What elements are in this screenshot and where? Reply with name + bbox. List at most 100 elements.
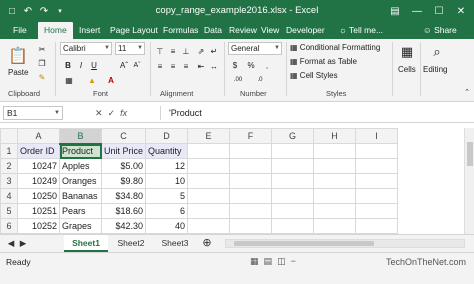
- tab-data[interactable]: Data: [204, 22, 222, 39]
- editing-search-icon[interactable]: ⌕: [428, 43, 446, 61]
- cell[interactable]: $34.80: [100, 188, 147, 204]
- cell[interactable]: [187, 173, 231, 189]
- normal-view-icon[interactable]: ▦: [250, 256, 259, 266]
- cell[interactable]: [355, 203, 399, 219]
- cell[interactable]: [271, 173, 315, 189]
- page-layout-view-icon[interactable]: ▤: [264, 256, 273, 266]
- cell[interactable]: [355, 158, 399, 174]
- cell[interactable]: [271, 218, 315, 234]
- cell[interactable]: Pears: [59, 203, 102, 219]
- cell[interactable]: 5: [145, 188, 189, 204]
- align-center-icon[interactable]: ≡: [167, 60, 179, 72]
- cell[interactable]: [187, 203, 231, 219]
- font-color-icon[interactable]: A: [104, 74, 118, 86]
- decrease-indent-icon[interactable]: ⇤: [195, 60, 207, 72]
- cell[interactable]: [229, 188, 273, 204]
- paste-button[interactable]: Paste: [8, 68, 28, 77]
- cancel-icon[interactable]: ✕: [95, 108, 103, 118]
- cell[interactable]: [229, 158, 273, 174]
- cell[interactable]: [271, 158, 315, 174]
- scroll-thumb[interactable]: [234, 241, 374, 246]
- cell[interactable]: 10249: [17, 173, 60, 189]
- column-header[interactable]: C: [100, 128, 147, 144]
- column-header[interactable]: E: [187, 128, 231, 144]
- cell[interactable]: $9.80: [100, 173, 147, 189]
- select-all-corner[interactable]: [0, 128, 18, 144]
- cell[interactable]: 10: [145, 173, 189, 189]
- cell[interactable]: [229, 143, 273, 159]
- cell[interactable]: $5.00: [100, 158, 147, 174]
- cell[interactable]: [313, 188, 357, 204]
- cell[interactable]: Bananas: [59, 188, 102, 204]
- align-left-icon[interactable]: ≡: [154, 60, 166, 72]
- font-name-combo[interactable]: Calibri ▼: [60, 42, 112, 55]
- cell[interactable]: $42.30: [100, 218, 147, 234]
- align-right-icon[interactable]: ≡: [180, 60, 192, 72]
- tab-page-layout[interactable]: Page Layout: [110, 22, 158, 39]
- row-header[interactable]: 6: [0, 218, 18, 234]
- worksheet-grid[interactable]: A B C D E F G H I 1 Order ID Product Unit P…: [0, 128, 474, 234]
- row-header[interactable]: 3: [0, 173, 18, 189]
- font-size-combo[interactable]: 11 ▼: [115, 42, 145, 55]
- cell[interactable]: [271, 188, 315, 204]
- tell-me-box[interactable]: ☼ Tell me...: [339, 22, 383, 39]
- format-as-table-button[interactable]: ▦ Format as Table: [290, 57, 357, 66]
- cell[interactable]: [229, 203, 273, 219]
- merge-center-icon[interactable]: ↔: [208, 60, 220, 72]
- wrap-text-icon[interactable]: ↵: [208, 45, 220, 57]
- cell-styles-button[interactable]: ▦ Cell Styles: [290, 71, 338, 80]
- cut-icon[interactable]: ✂: [36, 43, 48, 55]
- tab-file[interactable]: File: [13, 22, 27, 39]
- align-bottom-icon[interactable]: ⊥: [180, 45, 192, 57]
- maximize-icon[interactable]: ☐: [428, 0, 450, 22]
- percent-icon[interactable]: %: [244, 59, 258, 71]
- collapse-ribbon-icon[interactable]: ⌃: [462, 87, 472, 97]
- cell[interactable]: [313, 143, 357, 159]
- increase-decimal-icon[interactable]: .00: [228, 74, 248, 86]
- cell[interactable]: 12: [145, 158, 189, 174]
- row-header[interactable]: 1: [0, 143, 18, 159]
- cell[interactable]: [313, 203, 357, 219]
- insert-function-icon[interactable]: fx: [120, 108, 127, 118]
- editing-button[interactable]: Editing: [423, 65, 447, 74]
- column-header-selected[interactable]: B: [59, 128, 102, 145]
- comma-style-icon[interactable]: ‚: [260, 59, 274, 71]
- conditional-formatting-button[interactable]: ▦ Conditional Formatting: [290, 43, 380, 52]
- sheet-tab-sheet3[interactable]: Sheet3: [154, 235, 196, 252]
- number-format-combo[interactable]: General ▼: [228, 42, 282, 55]
- vertical-scrollbar[interactable]: [464, 128, 474, 234]
- horizontal-scrollbar[interactable]: [225, 239, 465, 248]
- cell[interactable]: Quantity: [145, 143, 189, 159]
- prev-sheet-icon[interactable]: ◀: [6, 235, 16, 252]
- cells-icon[interactable]: ▦: [398, 43, 416, 61]
- cell[interactable]: [355, 143, 399, 159]
- cell[interactable]: [187, 143, 231, 159]
- cells-button[interactable]: Cells: [398, 65, 416, 74]
- cell[interactable]: [229, 218, 273, 234]
- row-header[interactable]: 4: [0, 188, 18, 204]
- italic-icon[interactable]: I: [75, 59, 87, 71]
- cell[interactable]: [355, 173, 399, 189]
- row-header[interactable]: 5: [0, 203, 18, 219]
- cell[interactable]: [313, 158, 357, 174]
- cell[interactable]: 10250: [17, 188, 60, 204]
- tab-home[interactable]: Home: [38, 22, 73, 39]
- tab-formulas[interactable]: Formulas: [163, 22, 198, 39]
- name-box[interactable]: B1 ▼: [3, 106, 63, 120]
- tab-view[interactable]: View: [261, 22, 279, 39]
- column-header[interactable]: I: [355, 128, 399, 144]
- cell[interactable]: [187, 218, 231, 234]
- cell[interactable]: [187, 188, 231, 204]
- column-header[interactable]: A: [17, 128, 60, 144]
- cell[interactable]: Oranges: [59, 173, 102, 189]
- cell[interactable]: 10251: [17, 203, 60, 219]
- tab-review[interactable]: Review: [229, 22, 257, 39]
- align-top-icon[interactable]: ⊤: [154, 45, 166, 57]
- cell[interactable]: Apples: [59, 158, 102, 174]
- cell[interactable]: [355, 218, 399, 234]
- add-sheet-icon[interactable]: ⊕: [200, 235, 214, 252]
- minimize-icon[interactable]: —: [406, 0, 428, 22]
- paste-icon[interactable]: 📋: [6, 45, 30, 67]
- row-header[interactable]: 2: [0, 158, 18, 174]
- cell[interactable]: [271, 143, 315, 159]
